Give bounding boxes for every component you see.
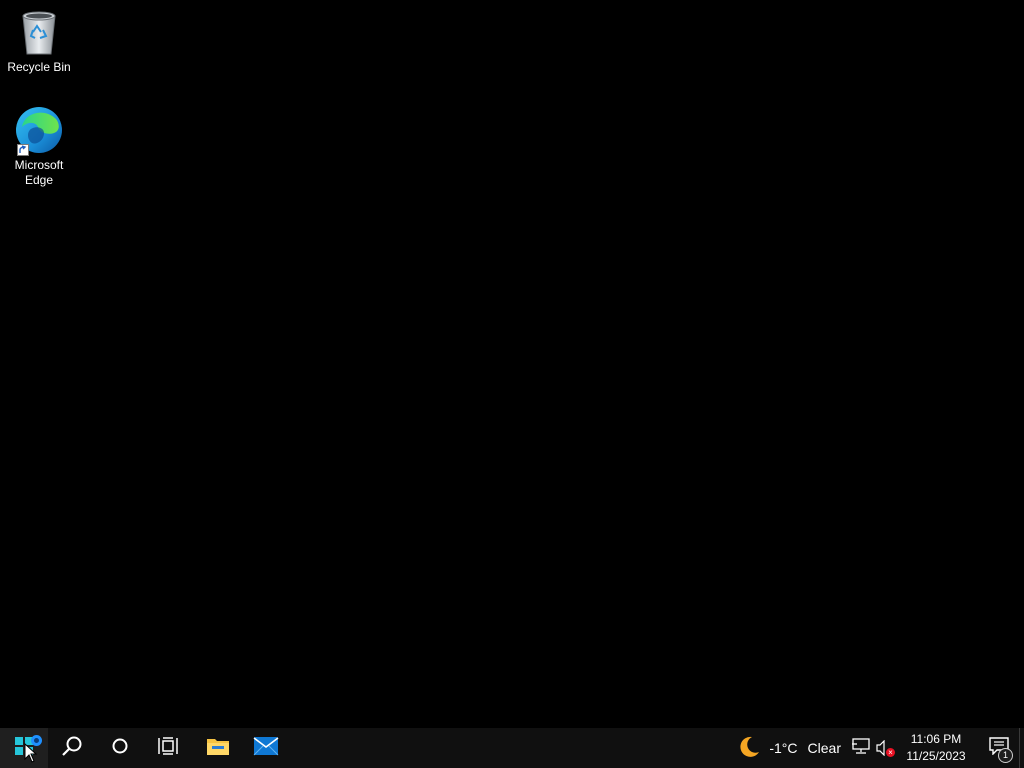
weather-condition: Clear (807, 740, 841, 756)
clock-time: 11:06 PM (910, 732, 962, 746)
weather-widget[interactable]: -1°C Clear (727, 728, 849, 768)
cortana-button[interactable] (96, 728, 144, 768)
task-view-icon (158, 736, 178, 760)
file-explorer-button[interactable] (194, 728, 242, 768)
recycle-bin-label: Recycle Bin (7, 60, 71, 74)
clock[interactable]: 11:06 PM 11/25/2023 (901, 728, 971, 768)
mail-icon (253, 736, 279, 761)
show-desktop-button[interactable] (1019, 728, 1024, 768)
edge-icon (13, 104, 65, 156)
search-button[interactable] (48, 728, 96, 768)
moon-icon (737, 735, 761, 762)
start-button[interactable] (0, 728, 48, 768)
notification-count-badge: 1 (998, 748, 1013, 763)
action-center-button[interactable]: 1 (979, 728, 1019, 768)
system-tray: -1°C Clear × 11:06 PM 11/25/2023 1 (727, 728, 1024, 768)
shortcut-arrow-icon (17, 144, 29, 156)
cortana-circle-icon (111, 737, 129, 760)
desktop[interactable]: Recycle Bin Microsoft Edge (0, 0, 1024, 728)
folder-icon (206, 736, 230, 761)
mail-button[interactable] (242, 728, 290, 768)
busy-spinner-icon (31, 735, 42, 746)
search-icon (61, 735, 83, 762)
clock-date: 11/25/2023 (906, 749, 966, 763)
network-icon (852, 737, 870, 759)
network-tray-button[interactable] (849, 728, 873, 768)
mute-x-icon: × (886, 748, 895, 757)
taskbar: -1°C Clear × 11:06 PM 11/25/2023 1 (0, 728, 1024, 768)
volume-tray-button[interactable]: × (873, 728, 897, 768)
desktop-icon-recycle-bin[interactable]: Recycle Bin (1, 6, 77, 75)
volume-muted-icon: × (876, 739, 895, 757)
microsoft-edge-label: Microsoft Edge (14, 158, 64, 187)
recycle-bin-icon (13, 6, 65, 58)
weather-temperature: -1°C (769, 740, 798, 756)
desktop-icon-microsoft-edge[interactable]: Microsoft Edge (1, 104, 77, 188)
task-view-button[interactable] (144, 728, 192, 768)
